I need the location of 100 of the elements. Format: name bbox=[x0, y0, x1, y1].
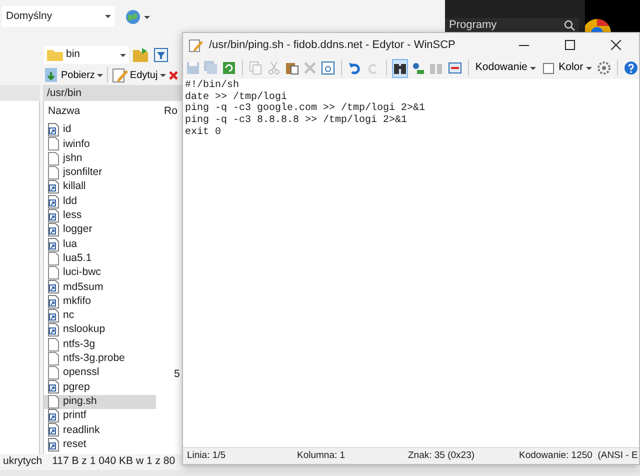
file-row[interactable]: printf bbox=[44, 408, 156, 424]
file-row[interactable]: lua5.1 bbox=[44, 252, 156, 266]
file-row[interactable]: killall bbox=[44, 180, 156, 194]
file-row[interactable]: nc bbox=[44, 308, 156, 324]
code-editor[interactable]: #!/bin/sh date >> /tmp/logi ping -q -c3 google.com >> /tmp/logi 2>&1 ping -q -c3 8.8.8.8 >> /tmp/logi 2>&1 exit 0 bbox=[183, 79, 639, 447]
file-row[interactable]: id bbox=[44, 123, 156, 138]
cut-icon bbox=[267, 61, 282, 75]
file-row[interactable]: md5sum bbox=[44, 280, 156, 295]
column-header[interactable]: Nazwa bbox=[48, 104, 164, 120]
caret-icon bbox=[96, 74, 103, 76]
code-line: date >> /tmp/logi bbox=[185, 92, 288, 103]
window-title: /usr/bin/ping.sh - fidob.ddns.net - Edytor - WinSCP bbox=[209, 38, 456, 53]
search-icon bbox=[564, 20, 575, 30]
checkbox[interactable] bbox=[543, 62, 554, 74]
caret-icon bbox=[120, 54, 126, 56]
binoculars-icon bbox=[393, 61, 408, 75]
file-icon bbox=[48, 366, 59, 380]
file-icon bbox=[48, 266, 59, 280]
file-row[interactable]: jsonfilter bbox=[44, 166, 156, 180]
shortcut-file-icon bbox=[48, 280, 59, 294]
caret-icon bbox=[105, 15, 111, 18]
file-row[interactable]: less bbox=[44, 208, 156, 224]
folder-icon bbox=[47, 49, 63, 61]
file-row[interactable]: luci-bwc bbox=[44, 266, 156, 280]
reload-icon bbox=[222, 61, 236, 75]
color-dropdown[interactable]: Kolor bbox=[556, 60, 594, 76]
file-row[interactable]: openssl bbox=[44, 366, 156, 380]
open-folder-icon[interactable] bbox=[133, 48, 150, 62]
undo-icon bbox=[348, 61, 362, 75]
start-search-bar[interactable]: Programy bbox=[445, 18, 579, 32]
shortcut-file-icon bbox=[48, 323, 59, 338]
file-icon bbox=[48, 394, 59, 409]
caret-icon bbox=[530, 66, 536, 70]
file-icon bbox=[48, 152, 59, 166]
shortcut-file-icon bbox=[48, 409, 59, 424]
save-icon bbox=[186, 61, 200, 75]
toolbar-button[interactable] bbox=[320, 58, 336, 78]
file-row[interactable]: readlink bbox=[44, 423, 156, 438]
column-header[interactable]: Ro bbox=[164, 104, 178, 120]
minimize-icon bbox=[519, 44, 529, 46]
file-row[interactable]: pgrep bbox=[44, 380, 156, 395]
caret-icon bbox=[160, 74, 166, 76]
status-text: Znak: 35 (0x23) bbox=[407, 448, 476, 463]
edit-icon bbox=[189, 38, 203, 52]
shortcut-file-icon bbox=[48, 309, 59, 323]
file-row[interactable]: nslookup bbox=[44, 323, 156, 338]
status-text: ukrytych bbox=[3, 454, 42, 470]
paste-icon bbox=[285, 61, 300, 75]
file-row[interactable]: mkfifo bbox=[44, 294, 156, 309]
toolbar-button[interactable]: Edytuj bbox=[110, 66, 167, 84]
gear-icon bbox=[597, 61, 612, 75]
shortcut-file-icon bbox=[48, 223, 59, 238]
delete-icon[interactable] bbox=[168, 70, 178, 80]
file-row[interactable]: reset bbox=[44, 438, 156, 452]
file-size: 5 bbox=[174, 367, 180, 382]
status-text: Kolumna: 1 bbox=[296, 448, 346, 463]
file-icon bbox=[48, 252, 59, 266]
file-row[interactable]: logger bbox=[44, 223, 156, 238]
status-text: Linia: 1/5 bbox=[186, 448, 227, 463]
shortcut-file-icon bbox=[48, 238, 59, 252]
folder-dropdown[interactable]: bin bbox=[44, 46, 129, 64]
file-row[interactable]: ntfs-3g.probe bbox=[44, 352, 156, 366]
file-row[interactable]: jshn bbox=[44, 152, 156, 166]
code-line: ping -q -c3 google.com >> /tmp/logi 2>&1 bbox=[185, 103, 426, 114]
filter-icon[interactable] bbox=[154, 48, 168, 62]
shortcut-file-icon bbox=[48, 194, 59, 209]
status-text: Kodowanie: 1250 (ANSI - E bbox=[518, 448, 635, 463]
file-icon bbox=[48, 338, 59, 352]
shortcut-file-icon bbox=[48, 180, 59, 194]
replace-icon bbox=[411, 61, 426, 75]
shortcut-file-icon bbox=[48, 423, 59, 438]
shortcut-file-icon bbox=[48, 208, 59, 223]
shortcut-file-icon bbox=[48, 380, 59, 394]
save-all-icon bbox=[204, 61, 218, 75]
file-row[interactable]: iwinfo bbox=[44, 137, 156, 152]
file-row[interactable]: ping.sh bbox=[44, 394, 156, 409]
shortcut-file-icon bbox=[48, 294, 59, 309]
search-hint: Programy bbox=[449, 18, 497, 33]
toolbar-button[interactable] bbox=[392, 58, 408, 78]
code-line: ping -q -c3 8.8.8.8 >> /tmp/logi 2>&1 bbox=[185, 115, 408, 126]
file-row[interactable]: ntfs-3g bbox=[44, 337, 156, 352]
edit-icon bbox=[112, 67, 128, 83]
code-line: exit 0 bbox=[185, 126, 222, 139]
delete-icon bbox=[303, 61, 318, 75]
shortcut-file-icon bbox=[48, 123, 59, 138]
download-icon bbox=[43, 67, 59, 83]
encoding-dropdown[interactable]: Kodowanie bbox=[473, 60, 538, 76]
file-icon bbox=[48, 137, 59, 152]
find-next-icon bbox=[429, 61, 444, 75]
toolbar-button[interactable] bbox=[623, 58, 640, 78]
file-row[interactable]: lua bbox=[44, 237, 156, 252]
caret-icon[interactable] bbox=[144, 16, 150, 18]
session-dropdown[interactable]: Domyślny bbox=[2, 6, 115, 27]
caret-icon bbox=[586, 66, 592, 70]
close-icon bbox=[611, 40, 621, 50]
copy-icon bbox=[249, 61, 264, 75]
file-row[interactable]: ldd bbox=[44, 194, 156, 209]
toolbar-button[interactable]: Pobierz bbox=[42, 66, 104, 84]
maximize-icon bbox=[565, 40, 575, 50]
local-panel-header bbox=[0, 85, 40, 101]
